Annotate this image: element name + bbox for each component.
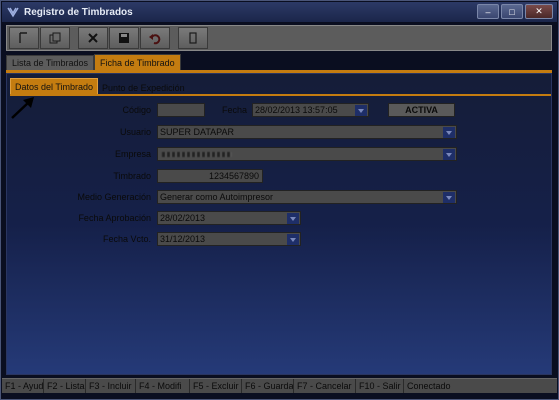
status-bar: F1 - Ayud F2 - Lista F3 - Incluir F4 - M… bbox=[2, 378, 557, 393]
window-title: Registro de Timbrados bbox=[24, 6, 133, 18]
statusbar-item-f1[interactable]: F1 - Ayud bbox=[2, 379, 44, 393]
copy-icon bbox=[49, 32, 61, 44]
exit-button[interactable] bbox=[178, 27, 208, 49]
statusbar-item-f5[interactable]: F5 - Excluir bbox=[190, 379, 242, 393]
chevron-down-icon[interactable] bbox=[355, 105, 367, 116]
new-button[interactable] bbox=[9, 27, 39, 49]
undo-button[interactable] bbox=[140, 27, 170, 49]
fecha-aprobacion-field[interactable]: 28/02/2013 bbox=[157, 211, 301, 225]
exit-icon bbox=[189, 32, 197, 44]
new-icon bbox=[19, 32, 27, 43]
minimize-icon: – bbox=[485, 6, 491, 17]
undo-icon bbox=[149, 34, 161, 45]
main-tabs: Lista de Timbrados Ficha de Timbrado bbox=[6, 54, 552, 70]
minimize-button[interactable]: – bbox=[477, 4, 499, 19]
subtab-punto-de-expedicion[interactable]: Punto de Expedición bbox=[98, 80, 189, 95]
medio-generacion-label: Medio Generación bbox=[77, 192, 151, 202]
usuario-select[interactable]: SUPER DATAPAR bbox=[157, 125, 457, 139]
save-button[interactable] bbox=[109, 27, 139, 49]
statusbar-item-f10[interactable]: F10 - Salir bbox=[356, 379, 404, 393]
sub-tabs: Datos del Timbrado Punto de Expedición bbox=[10, 78, 189, 95]
status-badge: ACTIVA bbox=[388, 103, 455, 117]
title-bar[interactable]: Registro de Timbrados – □ ✕ bbox=[2, 2, 557, 22]
fecha-field[interactable]: 28/02/2013 13:57:05 bbox=[252, 103, 369, 117]
blurred-value bbox=[162, 151, 232, 157]
subtab-line bbox=[10, 94, 551, 96]
close-icon: ✕ bbox=[535, 6, 543, 16]
statusbar-item-f3[interactable]: F3 - Incluir bbox=[86, 379, 136, 393]
chevron-down-icon[interactable] bbox=[287, 213, 299, 224]
delete-button[interactable] bbox=[78, 27, 108, 49]
main-window: Registro de Timbrados – □ ✕ Lista de Tim… bbox=[0, 0, 559, 400]
timbrado-field[interactable]: 1234567890 bbox=[157, 169, 263, 183]
statusbar-item-f7[interactable]: F7 - Cancelar bbox=[294, 379, 356, 393]
delete-icon bbox=[88, 33, 98, 43]
pointer-arrow-icon bbox=[11, 97, 34, 119]
fecha-vcto-label: Fecha Vcto. bbox=[102, 234, 151, 244]
chevron-down-icon[interactable] bbox=[443, 192, 455, 203]
maximize-icon: □ bbox=[509, 6, 515, 17]
timbrado-label: Timbrado bbox=[113, 171, 151, 181]
fecha-aprobacion-label: Fecha Aprobación bbox=[78, 213, 151, 223]
connection-status: Conectado bbox=[407, 381, 451, 391]
maximize-button[interactable]: □ bbox=[501, 4, 523, 19]
usuario-label: Usuario bbox=[119, 127, 151, 137]
copy-button[interactable] bbox=[40, 27, 70, 49]
close-button[interactable]: ✕ bbox=[525, 4, 553, 19]
fecha-vcto-field[interactable]: 31/12/2013 bbox=[157, 232, 301, 246]
tab-ficha-de-timbrado[interactable]: Ficha de Timbrado bbox=[94, 54, 181, 70]
fecha-label: Fecha bbox=[221, 105, 247, 115]
empresa-label: Empresa bbox=[114, 149, 151, 159]
chevron-down-icon[interactable] bbox=[443, 127, 455, 138]
app-icon bbox=[6, 5, 20, 19]
medio-generacion-select[interactable]: Generar como Autoimpresor bbox=[157, 190, 457, 204]
toolbar bbox=[6, 25, 552, 51]
statusbar-item-f4[interactable]: F4 - Modifi bbox=[136, 379, 190, 393]
save-icon bbox=[119, 33, 129, 43]
chevron-down-icon[interactable] bbox=[287, 234, 299, 245]
statusbar-item-f2[interactable]: F2 - Lista bbox=[44, 379, 86, 393]
codigo-label: Código bbox=[122, 105, 151, 115]
chevron-down-icon[interactable] bbox=[443, 149, 455, 160]
codigo-field[interactable] bbox=[157, 103, 205, 117]
tab-lista-de-timbrados[interactable]: Lista de Timbrados bbox=[6, 55, 95, 70]
subtab-datos-del-timbrado[interactable]: Datos del Timbrado bbox=[10, 78, 99, 95]
empresa-select[interactable] bbox=[157, 147, 457, 161]
statusbar-item-f6[interactable]: F6 - Guarda bbox=[242, 379, 294, 393]
